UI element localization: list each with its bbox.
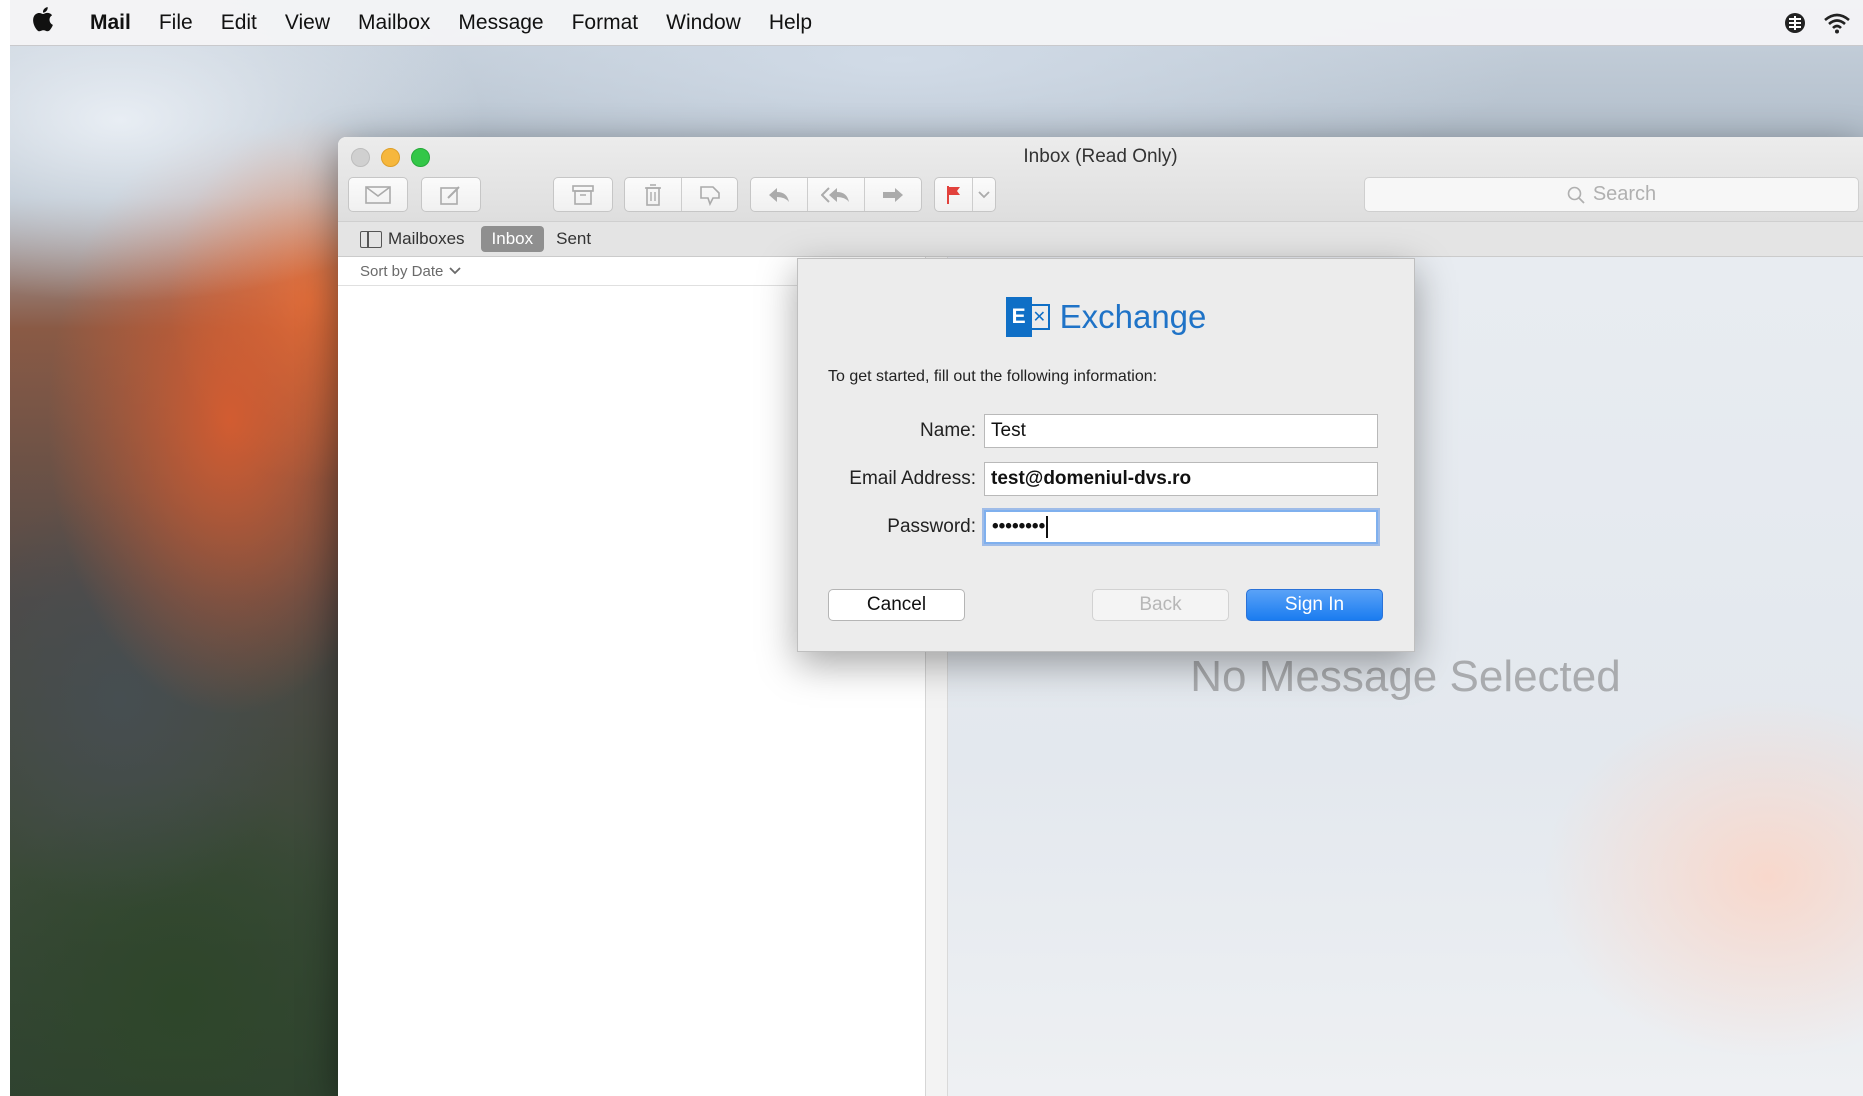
menu-mail[interactable]: Mail — [76, 0, 145, 46]
flag-button[interactable] — [935, 178, 973, 211]
reply-all-button[interactable] — [808, 178, 865, 211]
menu-file[interactable]: File — [145, 0, 207, 46]
name-row: Name: Test — [798, 414, 1414, 448]
forward-button[interactable] — [865, 178, 921, 211]
junk-button[interactable] — [682, 178, 737, 211]
name-label: Name: — [920, 420, 976, 441]
menu-help[interactable]: Help — [755, 0, 826, 46]
junk-icon — [699, 185, 720, 206]
email-row: Email Address: test@domeniul-dvs.ro — [798, 462, 1414, 496]
menu-window[interactable]: Window — [652, 0, 755, 46]
password-value: •••••••• — [992, 516, 1046, 537]
flag-menu-chevron-icon — [978, 190, 990, 198]
no-message-selected: No Message Selected — [1190, 652, 1621, 701]
email-field[interactable]: test@domeniul-dvs.ro — [984, 462, 1378, 496]
exchange-logo-icon: E — [1005, 297, 1052, 337]
mailboxes-toggle[interactable]: Mailboxes — [360, 229, 465, 249]
flag-menu-button[interactable] — [973, 178, 995, 211]
sidebar-icon — [360, 230, 382, 248]
sort-label: Sort by Date — [360, 262, 444, 280]
exchange-account-dialog: E Exchange To get started, fill out the … — [797, 258, 1415, 652]
reply-group — [750, 177, 922, 212]
menu-format[interactable]: Format — [558, 0, 653, 46]
mailboxes-label: Mailboxes — [388, 229, 465, 248]
flag-icon — [946, 185, 960, 204]
get-mail-button[interactable] — [348, 177, 408, 212]
chevron-down-icon — [449, 267, 462, 275]
menu-view[interactable]: View — [271, 0, 344, 46]
exchange-logo-letter: E — [1005, 297, 1032, 337]
title-bar: Inbox (Read Only) Search — [338, 137, 1863, 222]
menu-message[interactable]: Message — [444, 0, 557, 46]
trash-icon — [645, 183, 661, 206]
exchange-logo: E Exchange — [798, 297, 1414, 337]
compose-icon — [440, 185, 460, 205]
get-mail-icon — [365, 185, 391, 204]
reply-icon — [769, 187, 789, 202]
search-field[interactable]: Search — [1364, 177, 1859, 212]
password-field[interactable]: •••••••• — [984, 510, 1378, 544]
apple-logo-icon[interactable] — [10, 6, 76, 39]
password-label: Password: — [887, 516, 976, 537]
back-button[interactable]: Back — [1092, 589, 1229, 621]
menu-mailbox[interactable]: Mailbox — [344, 0, 444, 46]
instructions-text: To get started, fill out the following i… — [828, 368, 1158, 385]
archive-button[interactable] — [553, 177, 613, 212]
menu-edit[interactable]: Edit — [207, 0, 271, 46]
email-label: Email Address: — [849, 468, 976, 489]
search-placeholder: Search — [1592, 183, 1657, 205]
screen-edge — [0, 0, 10, 1096]
compose-button[interactable] — [421, 177, 481, 212]
archive-icon — [572, 184, 594, 205]
wifi-icon[interactable] — [1823, 9, 1851, 37]
forward-icon — [883, 187, 903, 202]
keyboard-input-icon[interactable] — [1781, 9, 1809, 37]
favorite-inbox[interactable]: Inbox — [480, 226, 545, 252]
text-caret — [1046, 516, 1048, 538]
sign-in-button[interactable]: Sign In — [1246, 589, 1383, 621]
cancel-button[interactable]: Cancel — [828, 589, 965, 621]
reply-all-icon — [821, 186, 849, 203]
reply-button[interactable] — [751, 178, 808, 211]
menu-bar: Mail File Edit View Mailbox Message Form… — [10, 0, 1863, 46]
window-title: Inbox (Read Only) — [1023, 146, 1178, 167]
delete-junk-group — [624, 177, 738, 212]
status-area — [1781, 0, 1851, 46]
trash-button[interactable] — [625, 178, 682, 211]
favorite-sent[interactable]: Sent — [556, 229, 591, 249]
name-field[interactable]: Test — [984, 414, 1378, 448]
favorites-bar: Mailboxes Inbox Sent — [338, 222, 1863, 257]
flag-group — [934, 177, 996, 212]
password-row: Password: •••••••• — [798, 510, 1414, 544]
search-icon — [1567, 186, 1585, 204]
exchange-logo-text: Exchange — [1059, 298, 1207, 335]
